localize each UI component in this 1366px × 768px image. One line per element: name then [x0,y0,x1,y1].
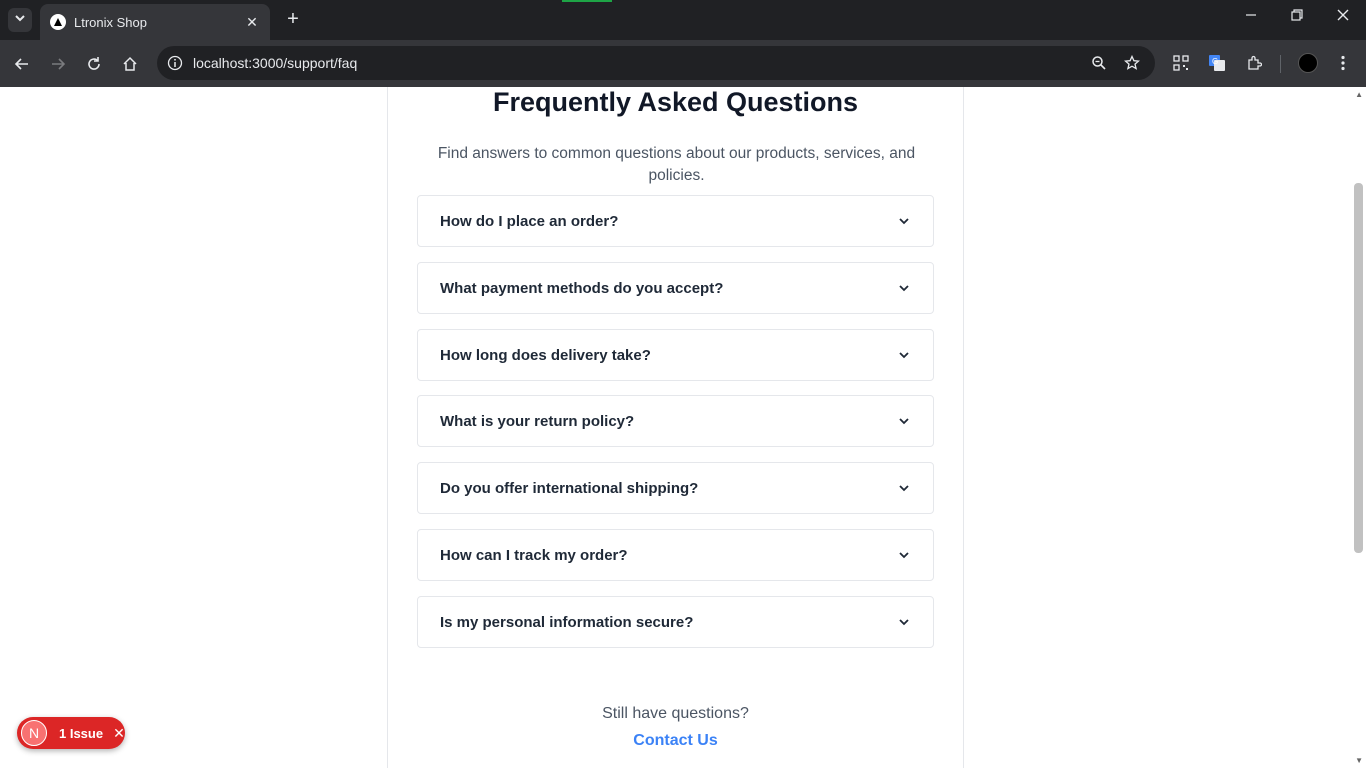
chevron-down-icon [14,11,26,29]
bookmark-star-icon[interactable] [1122,53,1142,73]
nextjs-logo-icon[interactable]: N [21,720,47,746]
chevron-down-icon[interactable] [897,481,911,495]
contact-us-link[interactable]: Contact Us [388,732,963,750]
page-viewport: Frequently Asked Questions Find answers … [0,87,1366,768]
faq-question: How do I place an order? [440,212,619,230]
faq-item[interactable]: What payment methods do you accept? [417,262,934,314]
more-menu-icon[interactable] [1332,52,1354,74]
dev-issues-badge[interactable]: N 1 Issue ✕ [17,717,125,749]
still-have-questions-text: Still have questions? [602,705,749,722]
scrollbar-thumb[interactable] [1354,183,1363,553]
close-icon[interactable]: ✕ [113,725,125,742]
forward-icon[interactable] [47,53,69,75]
home-icon[interactable] [119,53,141,75]
minimize-icon[interactable] [1239,8,1263,26]
chevron-down-icon[interactable] [897,414,911,428]
faq-question: How can I track my order? [440,546,628,564]
site-info-icon[interactable] [165,53,185,73]
svg-text:G: G [1212,57,1218,66]
browser-tab-active[interactable]: Ltronix Shop ✕ [40,4,270,40]
faq-item[interactable]: Do you offer international shipping? [417,462,934,514]
page-title: Frequently Asked Questions [492,87,859,117]
chevron-down-icon[interactable] [897,281,911,295]
chevron-down-icon[interactable] [897,615,911,629]
page-scrollbar[interactable]: ▲ ▼ [1351,87,1366,768]
address-bar[interactable]: localhost:3000/support/faq [157,46,1155,80]
faq-item[interactable]: How long does delivery take? [417,329,934,381]
chevron-down-icon[interactable] [897,548,911,562]
chevron-down-icon[interactable] [897,214,911,228]
faq-question: How long does delivery take? [440,346,651,364]
faq-question: Do you offer international shipping? [440,479,699,497]
chevron-down-icon[interactable] [897,348,911,362]
tab-group-indicator [562,0,612,2]
faq-item[interactable]: What is your return policy? [417,395,934,447]
translate-icon[interactable]: G [1206,52,1228,74]
extensions-puzzle-icon[interactable] [1243,52,1265,74]
scroll-up-arrow-icon[interactable]: ▲ [1355,90,1363,99]
faq-item[interactable]: Is my personal information secure? [417,596,934,648]
back-icon[interactable] [11,53,33,75]
tab-close-icon[interactable]: ✕ [244,14,260,31]
issue-count-label[interactable]: 1 Issue [59,726,103,741]
profile-avatar[interactable] [1298,53,1318,73]
qr-code-icon[interactable] [1170,52,1192,74]
tab-search-button[interactable] [8,8,32,32]
site-favicon-icon [50,14,66,30]
scroll-down-arrow-icon[interactable]: ▼ [1355,756,1363,765]
toolbar-separator [1280,55,1281,73]
faq-question: What is your return policy? [440,412,635,430]
reload-icon[interactable] [83,53,105,75]
faq-item[interactable]: How do I place an order? [417,195,934,247]
zoom-icon[interactable] [1089,53,1109,73]
faq-item[interactable]: How can I track my order? [417,529,934,581]
restore-icon[interactable] [1285,8,1309,26]
url-text[interactable]: localhost:3000/support/faq [193,55,357,71]
faq-container: Frequently Asked Questions Find answers … [387,87,964,768]
page-subtitle: Find answers to common questions about o… [437,145,916,184]
close-window-icon[interactable] [1331,8,1355,26]
faq-question: Is my personal information secure? [440,613,694,631]
browser-toolbar: localhost:3000/support/faq G [0,40,1366,87]
new-tab-icon[interactable]: + [282,9,304,31]
browser-tab-strip: Ltronix Shop ✕ + [0,0,1366,40]
faq-question: What payment methods do you accept? [440,279,724,297]
tab-title: Ltronix Shop [74,14,147,30]
